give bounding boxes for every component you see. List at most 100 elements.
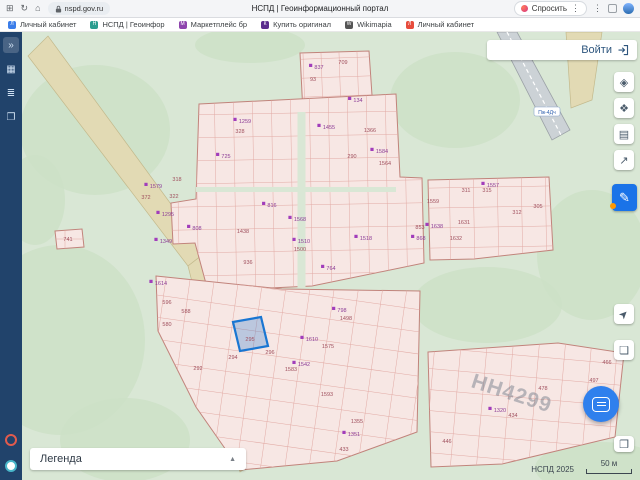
parcel-number[interactable]: 580	[162, 322, 171, 328]
parcel-number[interactable]: 1355	[351, 419, 363, 425]
parcel-number[interactable]: 311	[462, 188, 471, 194]
parcel-number[interactable]: 318	[172, 177, 181, 183]
legend-panel[interactable]: Легенда ▲	[30, 448, 246, 470]
parcel-number[interactable]: 1320	[494, 408, 506, 414]
parcel-number[interactable]: 1593	[321, 392, 333, 398]
bookmark-item[interactable]: М Маркетплейс бр	[178, 20, 247, 29]
locate-tool-button[interactable]: ➤	[614, 304, 634, 324]
parcel-number[interactable]: 1542	[298, 362, 310, 368]
kebab-menu-icon[interactable]: ⋮	[593, 3, 602, 14]
parcel-number[interactable]: 446	[442, 439, 451, 445]
parcel-number[interactable]: 434	[508, 413, 517, 419]
extensions-icon[interactable]	[608, 4, 617, 13]
parcel-number[interactable]: 1631	[458, 220, 470, 226]
parcel-number[interactable]: 1498	[340, 316, 352, 322]
apps-grid-button[interactable]: ▦	[3, 61, 19, 77]
alert-circle-icon[interactable]	[5, 434, 17, 446]
parcel-number[interactable]: 305	[533, 204, 542, 210]
chat-fab-button[interactable]	[583, 386, 619, 422]
parcel-number[interactable]: 497	[589, 378, 598, 384]
parcel-number[interactable]: 1583	[285, 367, 297, 373]
scale-label: 50 м	[600, 459, 618, 468]
bookmark-item[interactable]: Н НСПД | Геоинфор	[90, 20, 165, 29]
layer-stack-button[interactable]: ❐	[3, 109, 19, 125]
expand-panel-button[interactable]: »	[3, 37, 19, 53]
parcel-number[interactable]: 1510	[298, 239, 310, 245]
parcel-number[interactable]: 1614	[155, 281, 167, 287]
parcel-number[interactable]: 1632	[450, 236, 462, 242]
ask-menu-icon[interactable]: ⋮	[571, 3, 580, 14]
bookmark-label: Личный кабинет	[417, 20, 475, 29]
parcel-number[interactable]: 1559	[427, 199, 439, 205]
measure-tool-button[interactable]: ▤	[614, 124, 634, 144]
parcel-number[interactable]: 433	[339, 447, 348, 453]
bookmark-label: Личный кабинет	[20, 20, 77, 29]
parcel-number[interactable]: 1455	[323, 125, 335, 131]
parcel-number[interactable]: 1259	[239, 119, 251, 125]
ask-button[interactable]: Спросить ⋮	[513, 1, 587, 16]
parcel-number[interactable]: 93	[310, 77, 316, 83]
parcel-number[interactable]: 588	[181, 309, 190, 315]
layer-list-button[interactable]: ≣	[3, 85, 19, 101]
parcel-number[interactable]: 1638	[431, 224, 443, 230]
parcel-number[interactable]: 1349	[160, 239, 172, 245]
bookmark-item[interactable]: W Wikimapia	[345, 20, 392, 29]
parcel-number[interactable]: 798	[337, 308, 346, 314]
parcel-number[interactable]: 290	[347, 154, 356, 160]
bookmark-item[interactable]: Л Личный кабинет	[405, 20, 475, 29]
parcel-number[interactable]: 816	[267, 203, 276, 209]
share-tool-button[interactable]: ↗	[614, 150, 634, 170]
parcel-number[interactable]: 466	[602, 360, 611, 366]
home-icon[interactable]: ⌂	[35, 4, 40, 13]
parcel-number[interactable]: 764	[326, 266, 335, 272]
parcel-number[interactable]: 1557	[487, 183, 499, 189]
layers-tool-button[interactable]: ❖	[614, 98, 634, 118]
profile-avatar[interactable]	[623, 3, 634, 14]
sidebar-bottom	[5, 434, 17, 472]
apps-icon[interactable]: ⊞	[6, 4, 14, 13]
bookmark-item[interactable]: Л Личный кабинет	[8, 20, 76, 29]
parcel-number[interactable]: 808	[192, 226, 201, 232]
parcel-number[interactable]: 292	[193, 366, 202, 372]
parcel-number[interactable]: 596	[162, 300, 171, 306]
parcel-number[interactable]: 853	[415, 225, 424, 231]
selected-parcel[interactable]	[231, 315, 270, 353]
parcel-number[interactable]: 1610	[306, 337, 318, 343]
parcel-number[interactable]: 1579	[150, 184, 162, 190]
parcel-number[interactable]: 478	[538, 386, 547, 392]
parcel-number[interactable]: 296	[265, 350, 274, 356]
parcel-number[interactable]: 868	[416, 236, 425, 242]
parcel-number[interactable]: 709	[338, 60, 347, 66]
parcel-number[interactable]: 312	[512, 210, 521, 216]
map-canvas[interactable]: Пж-4Дч 837 93 709 134 1259 328 1455 1366 725 318 29…	[22, 32, 640, 480]
parcel-number[interactable]: 725	[221, 154, 230, 160]
parcel-number[interactable]: 328	[235, 129, 244, 135]
parcel-number[interactable]: 134	[353, 98, 362, 104]
extent-tool-button[interactable]: ❏	[614, 340, 634, 360]
parcel-number[interactable]: 1500	[294, 247, 306, 253]
parcel-number[interactable]: 741	[63, 237, 72, 243]
parcel-number[interactable]: 1351	[348, 432, 360, 438]
parcel-number[interactable]: 1295	[162, 212, 174, 218]
address-bar[interactable]: nspd.gov.ru	[47, 2, 111, 15]
parcel-number[interactable]: 1584	[376, 149, 388, 155]
panel-tool-button[interactable]: ❐	[614, 436, 634, 452]
help-circle-icon[interactable]	[5, 460, 17, 472]
parcel-number[interactable]: 294	[228, 355, 237, 361]
parcel-number[interactable]: 1575	[322, 344, 334, 350]
parcel-number[interactable]: 322	[169, 194, 178, 200]
bookmarks-tool-button[interactable]: ◈	[614, 72, 634, 92]
parcel-number[interactable]: 837	[314, 65, 323, 71]
parcel-number[interactable]: 1438	[237, 229, 249, 235]
parcel-number[interactable]: 1568	[294, 217, 306, 223]
parcel-number[interactable]: 372	[141, 195, 150, 201]
reload-icon[interactable]: ↻	[21, 4, 29, 13]
parcel-number[interactable]: 1366	[364, 128, 376, 134]
parcel-number[interactable]: 295	[245, 337, 254, 343]
parcel-number[interactable]: 1518	[360, 236, 372, 242]
draw-tool-button-active[interactable]: ✎	[610, 184, 637, 211]
parcel-number[interactable]: 1564	[379, 161, 391, 167]
parcel-number[interactable]: 936	[243, 260, 252, 266]
login-button[interactable]: Войти	[487, 40, 637, 60]
bookmark-item[interactable]: К Купить оригинал	[261, 20, 331, 29]
